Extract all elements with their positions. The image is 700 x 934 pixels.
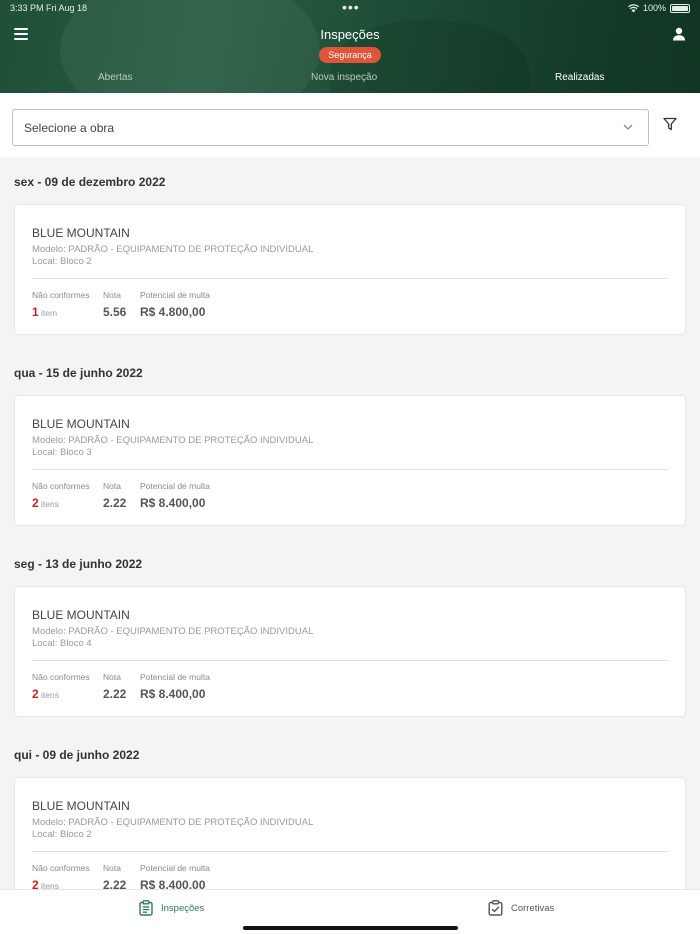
inspection-card[interactable]: BLUE MOUNTAIN Modelo: PADRÃO - EQUIPAMEN… [14, 204, 686, 335]
inspections-list[interactable]: sex - 09 de dezembro 2022 BLUE MOUNTAIN … [0, 158, 700, 890]
card-title: BLUE MOUNTAIN [32, 799, 130, 813]
card-model: Modelo: PADRÃO - EQUIPAMENTO DE PROTEÇÃO… [32, 244, 314, 255]
nonconform-count: 2 [32, 496, 39, 510]
status-right: 100% [627, 3, 690, 13]
fine-value: R$ 8.400,00 [140, 496, 206, 510]
nonconform-unit: item [41, 308, 58, 318]
nonconform-label: Não conformes [32, 863, 90, 873]
card-divider [32, 469, 668, 470]
inspection-card[interactable]: BLUE MOUNTAIN Modelo: PADRÃO - EQUIPAMEN… [14, 586, 686, 717]
fine-label: Potencial de multa [140, 863, 210, 873]
nonconform-count: 2 [32, 687, 39, 701]
filter-icon[interactable] [663, 117, 677, 131]
score-label: Nota [103, 672, 121, 682]
card-local: Local: Bloco 2 [32, 829, 92, 840]
score-value: 2.22 [103, 687, 127, 701]
clipboard-check-icon [488, 900, 503, 916]
date-header: qua - 15 de junho 2022 [14, 366, 143, 380]
nonconform-count: 1 [32, 305, 39, 319]
card-title: BLUE MOUNTAIN [32, 608, 130, 622]
nav-inspecoes[interactable]: Inspeções [139, 899, 204, 917]
nonconform-label: Não conformes [32, 290, 90, 300]
card-local: Local: Bloco 4 [32, 638, 92, 649]
nav-corretivas-label: Corretivas [511, 902, 555, 914]
inspection-card[interactable]: BLUE MOUNTAIN Modelo: PADRÃO - EQUIPAMEN… [14, 777, 686, 890]
card-divider [32, 660, 668, 661]
tab-nova-inspecao[interactable]: Nova inspeção [311, 72, 377, 83]
tab-realizadas[interactable]: Realizadas [555, 72, 604, 83]
filter-bar: Selecione a obra [0, 93, 700, 157]
score-value: 2.22 [103, 496, 127, 510]
status-bar: 3:33 PM Fri Aug 18 ••• 100% [10, 0, 690, 15]
card-local: Local: Bloco 3 [32, 447, 92, 458]
score-label: Nota [103, 481, 121, 491]
fine-label: Potencial de multa [140, 672, 210, 682]
chevron-down-icon [623, 124, 633, 130]
score-value: 5.56 [103, 305, 127, 319]
user-profile-icon[interactable] [672, 27, 686, 41]
card-divider [32, 851, 668, 852]
fine-label: Potencial de multa [140, 290, 210, 300]
page-title: Inspeções [320, 27, 380, 42]
nonconform-label: Não conformes [32, 672, 90, 682]
battery-icon [670, 3, 690, 13]
multitasking-dots-icon[interactable]: ••• [342, 0, 360, 15]
obra-select-value: Selecione a obra [24, 121, 115, 135]
wifi-icon [627, 3, 639, 13]
battery-percent: 100% [642, 3, 666, 13]
date-header: qui - 09 de junho 2022 [14, 748, 140, 762]
tab-abertas[interactable]: Abertas [98, 72, 132, 83]
card-model: Modelo: PADRÃO - EQUIPAMENTO DE PROTEÇÃO… [32, 626, 314, 637]
score-label: Nota [103, 863, 121, 873]
card-title: BLUE MOUNTAIN [32, 226, 130, 240]
fine-value: R$ 8.400,00 [140, 687, 206, 701]
bottom-navigation: Inspeções Corretivas [0, 889, 700, 934]
nonconform-unit: itens [41, 690, 59, 700]
fine-value: R$ 4.800,00 [140, 305, 206, 319]
card-model: Modelo: PADRÃO - EQUIPAMENTO DE PROTEÇÃO… [32, 817, 314, 828]
nonconform-label: Não conformes [32, 481, 90, 491]
clipboard-list-icon [139, 900, 153, 916]
card-divider [32, 278, 668, 279]
nav-corretivas[interactable]: Corretivas [488, 899, 554, 917]
score-label: Nota [103, 290, 121, 300]
category-badge: Segurança [319, 47, 381, 63]
fine-label: Potencial de multa [140, 481, 210, 491]
nonconform-unit: itens [41, 499, 59, 509]
app-header: 3:33 PM Fri Aug 18 ••• 100% Inspeções Se… [0, 0, 700, 93]
card-title: BLUE MOUNTAIN [32, 417, 130, 431]
nav-inspecoes-label: Inspeções [161, 902, 205, 914]
date-header: seg - 13 de junho 2022 [14, 557, 143, 571]
status-time: 3:33 PM Fri Aug 18 [10, 3, 88, 13]
inspection-card[interactable]: BLUE MOUNTAIN Modelo: PADRÃO - EQUIPAMEN… [14, 395, 686, 526]
card-model: Modelo: PADRÃO - EQUIPAMENTO DE PROTEÇÃO… [32, 435, 314, 446]
date-header: sex - 09 de dezembro 2022 [14, 175, 166, 189]
obra-select[interactable]: Selecione a obra [12, 109, 649, 146]
home-indicator[interactable] [243, 926, 458, 930]
card-local: Local: Bloco 2 [32, 256, 92, 267]
